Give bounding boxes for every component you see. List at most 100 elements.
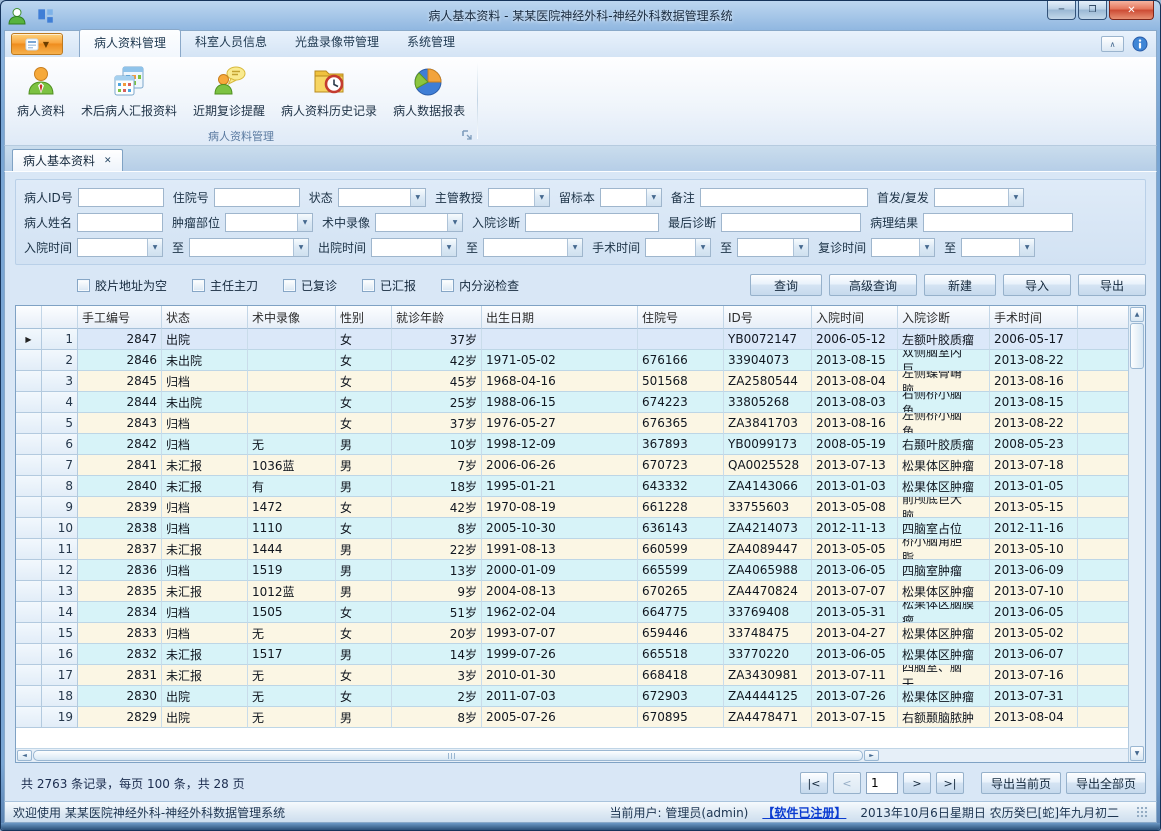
software-registered-link[interactable]: 【软件已注册】 bbox=[762, 804, 846, 821]
table-row[interactable]: ▶12847出院女37岁YB00721472006-05-12左额叶胶质瘤200… bbox=[16, 329, 1128, 350]
grid-cell[interactable]: 2006-05-17 bbox=[990, 329, 1078, 350]
grid-column-header-入院时间[interactable]: 入院时间 bbox=[812, 306, 898, 329]
grid-cell[interactable]: 四脑室、脑干... bbox=[898, 665, 990, 686]
grid-cell[interactable]: 前颅底巨大脑... bbox=[898, 497, 990, 518]
grid-cell[interactable]: 2008-05-23 bbox=[990, 434, 1078, 455]
grid-cell[interactable]: 2013-07-18 bbox=[990, 455, 1078, 476]
table-row[interactable]: 142834归档1505女51岁1962-02-0466477533769408… bbox=[16, 602, 1128, 623]
grid-cell[interactable] bbox=[482, 329, 638, 350]
close-button[interactable]: ✕ bbox=[1109, 1, 1154, 20]
maximize-button[interactable]: ❐ bbox=[1078, 1, 1107, 20]
grid-cell[interactable]: 1976-05-27 bbox=[482, 413, 638, 434]
grid-cell[interactable]: 1517 bbox=[248, 644, 336, 665]
last-page-button[interactable]: >| bbox=[936, 772, 964, 794]
grid-cell[interactable]: 无 bbox=[248, 623, 336, 644]
grid-cell[interactable]: 2839 bbox=[78, 497, 162, 518]
horizontal-scrollbar[interactable]: ◄ ► bbox=[16, 748, 1128, 762]
grid-cell[interactable]: 2013-01-05 bbox=[990, 476, 1078, 497]
patient-id-input[interactable] bbox=[78, 188, 164, 207]
grid-cell[interactable]: 女 bbox=[336, 623, 392, 644]
grid-cell[interactable]: 2012-11-13 bbox=[812, 518, 898, 539]
help-info-button[interactable] bbox=[1132, 36, 1148, 52]
grid-cell[interactable]: ZA3430981 bbox=[724, 665, 812, 686]
grid-cell[interactable]: 2013-07-07 bbox=[812, 581, 898, 602]
grid-cell[interactable]: 674223 bbox=[638, 392, 724, 413]
grid-cell[interactable]: 2004-08-13 bbox=[482, 581, 638, 602]
grid-cell[interactable]: ZA4089447 bbox=[724, 539, 812, 560]
grid-cell[interactable]: 33755603 bbox=[724, 497, 812, 518]
grid-cell[interactable]: 2013-05-15 bbox=[990, 497, 1078, 518]
chevron-down-icon[interactable]: ▼ bbox=[1008, 189, 1023, 206]
grid-cell[interactable]: 无 bbox=[248, 434, 336, 455]
grid-cell[interactable]: 8岁 bbox=[392, 707, 482, 728]
table-row[interactable]: 52843归档女37岁1976-05-27676365ZA38417032013… bbox=[16, 413, 1128, 434]
grid-cell[interactable]: 2013-07-31 bbox=[990, 686, 1078, 707]
grid-column-header-入院诊断[interactable]: 入院诊断 bbox=[898, 306, 990, 329]
grid-cell[interactable]: 2013-07-11 bbox=[812, 665, 898, 686]
grid-cell[interactable]: 2岁 bbox=[392, 686, 482, 707]
vertical-scroll-track[interactable] bbox=[1129, 369, 1145, 745]
grid-cell[interactable]: 松果体区肿瘤 bbox=[898, 644, 990, 665]
dialog-launcher-icon[interactable] bbox=[462, 130, 473, 141]
grid-cell[interactable]: 2008-05-19 bbox=[812, 434, 898, 455]
grid-cell[interactable]: 1472 bbox=[248, 497, 336, 518]
grid-cell[interactable]: 女 bbox=[336, 329, 392, 350]
grid-cell[interactable]: 33805268 bbox=[724, 392, 812, 413]
table-row[interactable]: 182830出院无女2岁2011-07-03672903ZA4444125201… bbox=[16, 686, 1128, 707]
grid-cell[interactable]: 1988-06-15 bbox=[482, 392, 638, 413]
film-address-empty-checkbox[interactable] bbox=[77, 279, 90, 292]
surgery-date-to-combo[interactable]: ▼ bbox=[737, 238, 809, 257]
grid-cell[interactable]: 男 bbox=[336, 476, 392, 497]
grid-cell[interactable]: 2013-07-26 bbox=[812, 686, 898, 707]
grid-cell[interactable]: 松果体区肿瘤 bbox=[898, 686, 990, 707]
grid-cell[interactable]: 归档 bbox=[162, 371, 248, 392]
grid-cell[interactable]: 2013-08-04 bbox=[812, 371, 898, 392]
grid-cell[interactable]: ZA4065988 bbox=[724, 560, 812, 581]
inpatient-no-input[interactable] bbox=[214, 188, 300, 207]
grid-cell[interactable]: 2006-06-26 bbox=[482, 455, 638, 476]
grid-cell[interactable]: 1970-08-19 bbox=[482, 497, 638, 518]
export-current-page-button[interactable]: 导出当前页 bbox=[981, 772, 1061, 794]
grid-cell[interactable]: ZA4444125 bbox=[724, 686, 812, 707]
grid-cell[interactable]: 女 bbox=[336, 518, 392, 539]
chevron-down-icon[interactable]: ▼ bbox=[793, 239, 808, 256]
grid-cell[interactable]: 归档 bbox=[162, 497, 248, 518]
ribbon-tab-科室人员信息[interactable]: 科室人员信息 bbox=[181, 29, 281, 58]
grid-cell[interactable]: 男 bbox=[336, 707, 392, 728]
revisit-date-to-combo[interactable]: ▼ bbox=[961, 238, 1035, 257]
table-row[interactable]: 32845归档女45岁1968-04-16501568ZA25805442013… bbox=[16, 371, 1128, 392]
minimize-button[interactable]: ─ bbox=[1047, 1, 1076, 20]
table-row[interactable]: 62842归档无男10岁1998-12-09367893YB0099173200… bbox=[16, 434, 1128, 455]
grid-cell[interactable]: 2830 bbox=[78, 686, 162, 707]
grid-cell[interactable]: ZA4214073 bbox=[724, 518, 812, 539]
grid-cell[interactable]: 2013-06-05 bbox=[990, 602, 1078, 623]
chevron-down-icon[interactable]: ▼ bbox=[646, 189, 661, 206]
quick-access-toolbar-icon[interactable] bbox=[35, 6, 55, 26]
grid-cell[interactable]: 男 bbox=[336, 644, 392, 665]
grid-cell[interactable]: 13岁 bbox=[392, 560, 482, 581]
grid-cell[interactable]: 18岁 bbox=[392, 476, 482, 497]
table-row[interactable]: 82840未汇报有男18岁1995-01-21643332ZA414306620… bbox=[16, 476, 1128, 497]
chief-surgeon-checkbox[interactable] bbox=[192, 279, 205, 292]
grid-cell[interactable]: 女 bbox=[336, 497, 392, 518]
chevron-down-icon[interactable]: ▼ bbox=[297, 214, 312, 231]
remarks-input[interactable] bbox=[700, 188, 868, 207]
grid-cell[interactable]: 2013-07-10 bbox=[990, 581, 1078, 602]
admission-date-to-combo[interactable]: ▼ bbox=[189, 238, 309, 257]
grid-cell[interactable]: 女 bbox=[336, 665, 392, 686]
grid-cell[interactable]: 2011-07-03 bbox=[482, 686, 638, 707]
grid-cell[interactable]: 2831 bbox=[78, 665, 162, 686]
grid-cell[interactable]: 四脑室肿瘤 bbox=[898, 560, 990, 581]
horizontal-scroll-thumb[interactable] bbox=[33, 750, 863, 761]
grid-cell[interactable]: 未汇报 bbox=[162, 644, 248, 665]
grid-cell[interactable]: 7岁 bbox=[392, 455, 482, 476]
scroll-right-button[interactable]: ► bbox=[864, 750, 879, 761]
grid-cell[interactable]: QA0025528 bbox=[724, 455, 812, 476]
grid-cell[interactable]: 1012蓝 bbox=[248, 581, 336, 602]
grid-cell[interactable]: 右侧桥小脑角... bbox=[898, 392, 990, 413]
grid-cell[interactable]: 665518 bbox=[638, 644, 724, 665]
grid-cell[interactable]: 未汇报 bbox=[162, 665, 248, 686]
reported-checkbox[interactable] bbox=[362, 279, 375, 292]
grid-cell[interactable]: 四脑室占位 bbox=[898, 518, 990, 539]
grid-cell[interactable]: 1968-04-16 bbox=[482, 371, 638, 392]
